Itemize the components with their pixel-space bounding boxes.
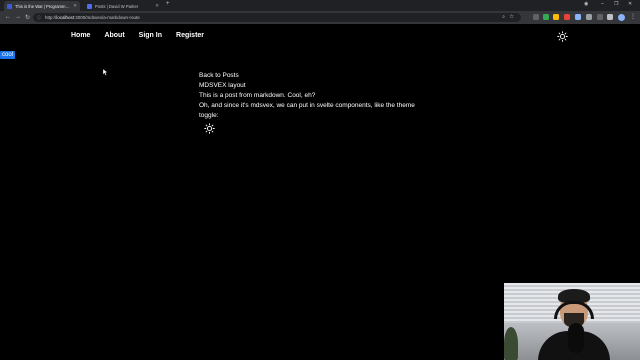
browser-toolbar: ← → ↻ ⓘ http:// localhost :3000/mdsvex/a… bbox=[0, 11, 640, 25]
extension-icon[interactable] bbox=[543, 14, 549, 20]
nav-home-link[interactable]: Home bbox=[71, 32, 90, 39]
webcam-overlay bbox=[504, 283, 640, 360]
extension-icon[interactable] bbox=[607, 14, 613, 20]
chrome-profile-icon[interactable]: ◉ bbox=[584, 1, 588, 7]
mouse-cursor-icon bbox=[103, 69, 108, 76]
extensions-puzzle-icon[interactable] bbox=[597, 14, 603, 20]
site-info-icon[interactable]: ⓘ bbox=[37, 15, 41, 21]
tab-close-icon[interactable]: ✕ bbox=[155, 3, 159, 9]
sun-icon[interactable] bbox=[204, 123, 215, 134]
nav-register-link[interactable]: Register bbox=[176, 32, 204, 39]
site-nav: Home About Sign In Register bbox=[71, 32, 204, 39]
browser-tab-active[interactable]: This is the Wat | Programming w... ✕ bbox=[4, 1, 80, 11]
bookmark-star-icon[interactable]: ☆ bbox=[509, 14, 514, 20]
extension-icon[interactable] bbox=[586, 14, 592, 20]
cool-badge: cool bbox=[0, 51, 16, 59]
webcam-plant bbox=[504, 327, 518, 360]
nav-signin-link[interactable]: Sign In bbox=[139, 32, 162, 39]
browser-tab[interactable]: Posts | David W Parker ✕ bbox=[84, 1, 162, 11]
extension-icon[interactable] bbox=[575, 14, 581, 20]
maximize-icon[interactable]: ❐ bbox=[614, 1, 618, 7]
search-icon[interactable]: ⌕ bbox=[502, 14, 505, 20]
url-scheme: http:// bbox=[45, 15, 57, 20]
browser-menu-icon[interactable]: ⋮ bbox=[630, 14, 636, 20]
tab-close-icon[interactable]: ✕ bbox=[73, 3, 77, 9]
profile-avatar[interactable] bbox=[618, 13, 625, 21]
post-paragraph: This is a post from markdown. Cool, eh? bbox=[199, 92, 316, 99]
nav-about-link[interactable]: About bbox=[104, 32, 124, 39]
tab-title: This is the Wat | Programming w... bbox=[15, 3, 71, 9]
address-bar[interactable]: ⓘ http:// localhost :3000/mdsvex/a-markd… bbox=[33, 13, 521, 22]
back-icon[interactable]: ← bbox=[5, 14, 11, 20]
sun-icon[interactable] bbox=[557, 31, 568, 42]
extension-icon[interactable] bbox=[564, 14, 570, 20]
post-paragraph: Oh, and since it's mdsvex, we can put in… bbox=[199, 102, 415, 119]
reload-icon[interactable]: ↻ bbox=[25, 14, 30, 21]
microphone-icon bbox=[568, 323, 584, 353]
tab-title: Posts | David W Parker bbox=[95, 3, 139, 9]
extension-icon[interactable] bbox=[553, 14, 559, 20]
tab-favicon-icon bbox=[87, 3, 92, 9]
new-tab-button[interactable]: + bbox=[166, 1, 170, 7]
url-host: localhost bbox=[56, 15, 75, 20]
post-content: Back to Posts MDSVEX layout This is a po… bbox=[199, 71, 429, 121]
tab-favicon-icon bbox=[7, 3, 12, 9]
browser-tab-strip: This is the Wat | Programming w... ✕ Pos… bbox=[0, 0, 640, 11]
close-window-icon[interactable]: ✕ bbox=[628, 1, 632, 7]
url-path: :3000/mdsvex/a-markdown-route bbox=[74, 15, 140, 20]
back-to-posts-link[interactable]: Back to Posts bbox=[199, 71, 429, 81]
forward-icon[interactable]: → bbox=[15, 14, 21, 20]
post-layout-heading: MDSVEX layout bbox=[199, 82, 246, 89]
extension-icon[interactable] bbox=[533, 14, 539, 20]
minimize-icon[interactable]: – bbox=[601, 1, 604, 7]
